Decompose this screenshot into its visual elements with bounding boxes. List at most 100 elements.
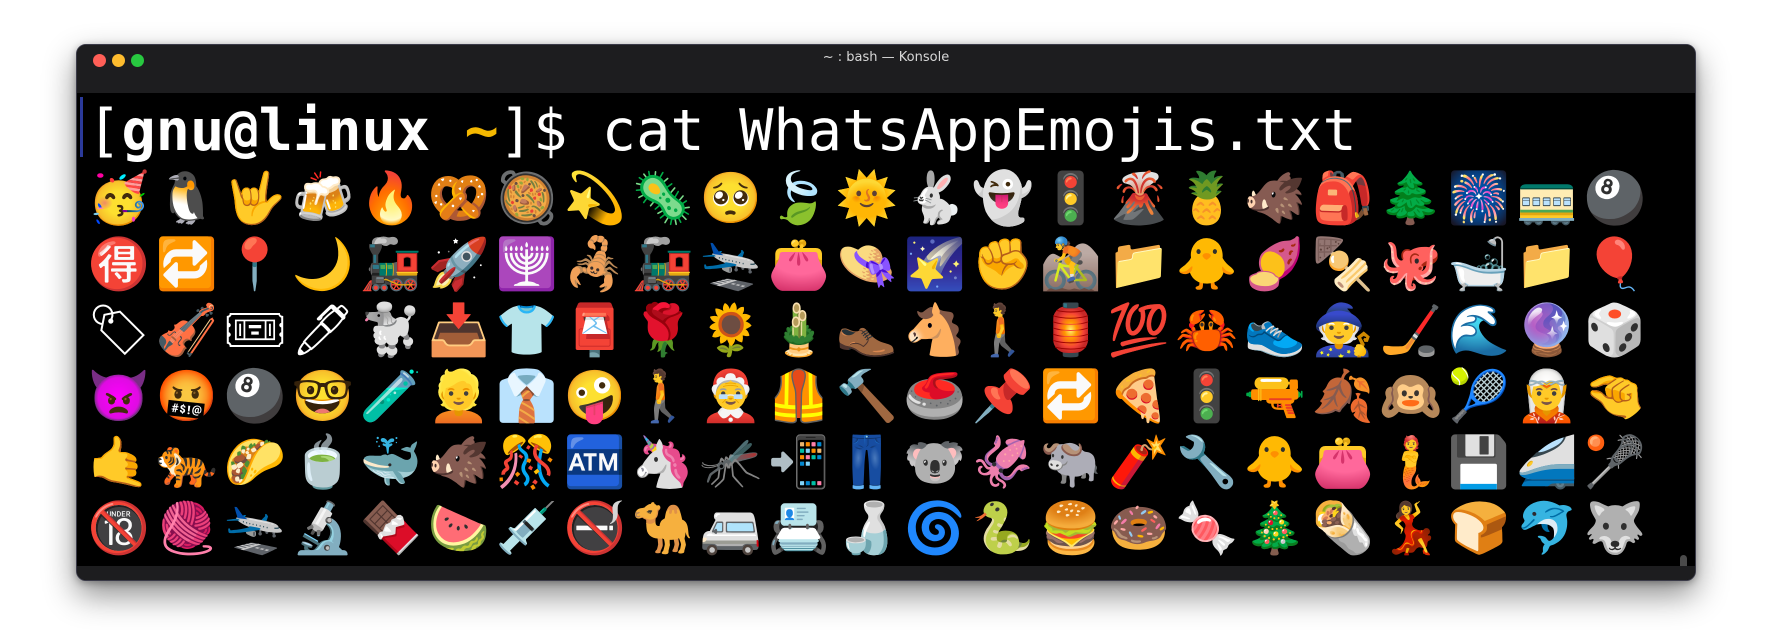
emoji-glyph: 🌮 xyxy=(223,433,287,491)
emoji-glyph: 🌀 xyxy=(903,499,967,557)
emoji-glyph: 📇 xyxy=(767,499,831,557)
emoji-glyph: 🏧 xyxy=(563,433,627,491)
emoji-glyph: 🐇 xyxy=(903,169,967,227)
emoji-glyph: 📁 xyxy=(1515,235,1579,293)
emoji-glyph: 🚐 xyxy=(699,499,763,557)
emoji-glyph: 🛬 xyxy=(699,235,763,293)
prompt-user-host: gnu@linux xyxy=(121,98,431,164)
emoji-glyph: 🤟 xyxy=(223,169,287,227)
emoji-glyph: 🌹 xyxy=(631,301,695,359)
emoji-glyph: 🤙 xyxy=(87,433,151,491)
emoji-glyph: 🔧 xyxy=(1175,433,1239,491)
emoji-glyph: 🎱 xyxy=(223,367,287,425)
emoji-glyph: 🐗 xyxy=(427,433,491,491)
emoji-glyph: 🎒 xyxy=(1311,169,1375,227)
emoji-glyph: 🥘 xyxy=(495,169,559,227)
emoji-glyph: 🐺 xyxy=(1583,499,1647,557)
emoji-glyph: 👞 xyxy=(835,301,899,359)
emoji-glyph: 📥 xyxy=(427,301,491,359)
emoji-glyph: 🍔 xyxy=(1039,499,1103,557)
emoji-glyph: 🌯 xyxy=(1311,499,1375,557)
window-title: ~ : bash — Konsole xyxy=(822,50,950,65)
emoji-glyph: 🎈 xyxy=(1583,235,1647,293)
emoji-glyph: 🛬 xyxy=(223,499,287,557)
emoji-glyph: 🍩 xyxy=(1107,499,1171,557)
emoji-glyph: 🌊 xyxy=(1447,301,1511,359)
emoji-glyph: 🍵 xyxy=(291,433,355,491)
emoji-glyph: 🦠 xyxy=(631,169,695,227)
emoji-glyph: 🛁 xyxy=(1447,235,1511,293)
emoji-glyph: 🚦 xyxy=(1175,367,1239,425)
emoji-glyph: 🌞 xyxy=(835,169,899,227)
emoji-glyph: 🍬 xyxy=(1175,499,1239,557)
emoji-glyph: 📁 xyxy=(1107,235,1171,293)
emoji-glyph: 🥍 xyxy=(1583,433,1647,491)
emoji-glyph: 🥺 xyxy=(699,169,763,227)
emoji-glyph: 👔 xyxy=(495,367,559,425)
emoji-glyph: 👒 xyxy=(835,235,899,293)
emoji-glyph: 🚀 xyxy=(427,235,491,293)
emoji-glyph: ✊ xyxy=(971,235,1035,293)
emoji-glyph: 🧶 xyxy=(155,499,219,557)
emoji-glyph: 👖 xyxy=(835,433,899,491)
emoji-glyph: 🐨 xyxy=(903,433,967,491)
emoji-glyph: 🚃 xyxy=(1515,169,1579,227)
emoji-glyph: 🏒 xyxy=(1379,301,1443,359)
emoji-glyph: 🔞 xyxy=(87,499,151,557)
emoji-glyph: 🦄 xyxy=(631,433,695,491)
emoji-glyph: 👿 xyxy=(87,367,151,425)
emoji-glyph: 📲 xyxy=(767,433,831,491)
emoji-glyph: 🕎 xyxy=(495,235,559,293)
emoji-glyph: 🔥 xyxy=(359,169,423,227)
emoji-glyph: 🎻 xyxy=(155,301,219,359)
emoji-glyph: 🐗 xyxy=(1243,169,1307,227)
emoji-glyph: 🎍 xyxy=(767,301,831,359)
emoji-glyph: 🐪 xyxy=(631,499,695,557)
emoji-glyph: 🧜 xyxy=(1379,433,1443,491)
emoji-glyph: 📍 xyxy=(223,235,287,293)
emoji-glyph: 🥳 xyxy=(87,169,151,227)
title-bar[interactable]: ~ : bash — Konsole xyxy=(77,45,1695,93)
emoji-glyph: 🌠 xyxy=(903,235,967,293)
emoji-glyph: 👕 xyxy=(495,301,559,359)
emoji-glyph: 💉 xyxy=(495,499,559,557)
emoji-glyph: 🌻 xyxy=(699,301,763,359)
emoji-glyph: 🎲 xyxy=(1583,301,1647,359)
emoji-glyph: 📌 xyxy=(971,367,1035,425)
emoji-glyph: 🎱 xyxy=(1583,169,1647,227)
emoji-glyph: 🦂 xyxy=(563,235,627,293)
emoji-glyph: 🥨 xyxy=(427,169,491,227)
emoji-glyph: 🍢 xyxy=(1311,235,1375,293)
emoji-glyph: 🎄 xyxy=(1243,499,1307,557)
emoji-glyph: 🤏 xyxy=(1583,367,1647,425)
emoji-glyph: 💃 xyxy=(1379,499,1443,557)
emoji-glyph: 🤬 xyxy=(155,367,219,425)
emoji-glyph: 🚶 xyxy=(631,367,695,425)
emoji-glyph: 🤶 xyxy=(699,367,763,425)
emoji-glyph: 🥌 xyxy=(903,367,967,425)
emoji-glyph: 🚦 xyxy=(1039,169,1103,227)
emoji-glyph: 🌋 xyxy=(1107,169,1171,227)
emoji-glyph: 🐥 xyxy=(1243,433,1307,491)
emoji-glyph: 🚶 xyxy=(971,301,1035,359)
prompt-open-bracket: [ xyxy=(87,98,122,164)
emoji-glyph: 🎾 xyxy=(1447,367,1511,425)
emoji-glyph: 🐥 xyxy=(1175,235,1239,293)
emoji-glyph: 🐴 xyxy=(903,301,967,359)
emoji-glyph: 👛 xyxy=(767,235,831,293)
prompt-close: ]$ xyxy=(498,98,602,164)
emoji-glyph: 🔁 xyxy=(1039,367,1103,425)
emoji-glyph: 🎊 xyxy=(495,433,559,491)
emoji-glyph: 🔨 xyxy=(835,367,899,425)
terminal-area[interactable]: [gnu@linux ~]$ cat WhatsAppEmojis.txt 🥳 🐧… xyxy=(77,93,1695,580)
emoji-glyph: 🔁 xyxy=(155,235,219,293)
emoji-glyph: 🧙 xyxy=(1311,301,1375,359)
emoji-glyph: 🍂 xyxy=(1311,367,1375,425)
command-line: [gnu@linux ~]$ cat WhatsAppEmojis.txt xyxy=(87,97,1357,165)
emoji-glyph: 🍫 xyxy=(359,499,423,557)
emoji-glyph: 🐧 xyxy=(155,169,219,227)
emoji-glyph: 🚂 xyxy=(631,235,695,293)
emoji-glyph: 🐬 xyxy=(1515,499,1579,557)
emoji-glyph: 👱 xyxy=(427,367,491,425)
